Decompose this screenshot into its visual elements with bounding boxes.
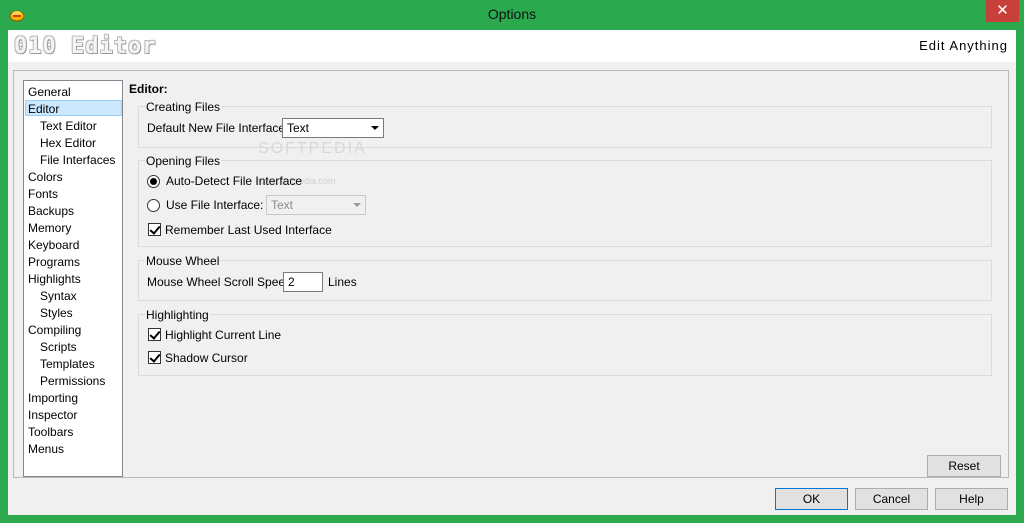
banner: 010 Editor Edit Anything (8, 30, 1016, 62)
tree-item-keyboard[interactable]: Keyboard (28, 237, 79, 253)
ok-button[interactable]: OK (775, 488, 848, 510)
tree-item-styles[interactable]: Styles (40, 305, 73, 321)
auto-detect-label[interactable]: Auto-Detect File Interface (166, 174, 302, 188)
tree-item-syntax[interactable]: Syntax (40, 288, 77, 304)
tree-item-fonts[interactable]: Fonts (28, 186, 58, 202)
scroll-speed-input[interactable]: 2 (283, 272, 323, 292)
scroll-speed-units: Lines (328, 275, 357, 289)
remember-interface-checkbox[interactable] (148, 223, 161, 236)
auto-detect-radio[interactable] (147, 175, 160, 188)
tree-item-importing[interactable]: Importing (28, 390, 78, 406)
use-interface-label[interactable]: Use File Interface: (166, 198, 263, 212)
tree-item-permissions[interactable]: Permissions (40, 373, 105, 389)
tree-item-highlights[interactable]: Highlights (28, 271, 81, 287)
shadow-cursor-label[interactable]: Shadow Cursor (165, 351, 248, 365)
tree-item-backups[interactable]: Backups (28, 203, 74, 219)
highlight-line-label[interactable]: Highlight Current Line (165, 328, 281, 342)
mouse-wheel-label: Mouse Wheel (145, 254, 221, 268)
tree-item-memory[interactable]: Memory (28, 220, 71, 236)
product-logo: 010 Editor (14, 34, 157, 59)
close-icon[interactable]: ✕ (986, 0, 1019, 22)
chevron-down-icon (353, 203, 361, 207)
tree-item-general[interactable]: General (28, 84, 71, 100)
help-button[interactable]: Help (935, 488, 1008, 510)
tree-item-scripts[interactable]: Scripts (40, 339, 77, 355)
use-interface-value: Text (271, 198, 294, 212)
tree-item-colors[interactable]: Colors (28, 169, 63, 185)
scroll-speed-label: Mouse Wheel Scroll Speed: (147, 275, 296, 289)
use-interface-radio[interactable] (147, 199, 160, 212)
tree-item-menus[interactable]: Menus (28, 441, 64, 457)
use-interface-select[interactable]: Text (266, 195, 366, 215)
tree-item-editor[interactable]: Editor (25, 100, 122, 116)
tree-item-templates[interactable]: Templates (40, 356, 95, 372)
remember-interface-label[interactable]: Remember Last Used Interface (165, 223, 332, 237)
tree-item-text-editor[interactable]: Text Editor (40, 118, 97, 134)
title-bar[interactable]: Options ✕ (0, 0, 1024, 30)
default-interface-label: Default New File Interface: (147, 121, 289, 135)
default-interface-value: Text (287, 121, 310, 135)
tree-item-file-interfaces[interactable]: File Interfaces (40, 152, 115, 168)
chevron-down-icon (371, 126, 379, 130)
creating-files-label: Creating Files (145, 100, 222, 114)
reset-button[interactable]: Reset (927, 455, 1001, 477)
opening-files-label: Opening Files (145, 154, 222, 168)
tree-item-inspector[interactable]: Inspector (28, 407, 77, 423)
cancel-button[interactable]: Cancel (855, 488, 928, 510)
tree-item-programs[interactable]: Programs (28, 254, 80, 270)
banner-tagline: Edit Anything (919, 38, 1008, 53)
highlighting-group (138, 314, 992, 376)
section-title: Editor: (129, 82, 168, 96)
dialog-client: 010 Editor Edit Anything General Editor … (8, 30, 1016, 515)
options-tree[interactable]: General Editor Text Editor Hex Editor Fi… (23, 80, 123, 477)
window-title: Options (487, 6, 537, 22)
tree-item-compiling[interactable]: Compiling (28, 322, 81, 338)
default-interface-select[interactable]: Text (282, 118, 384, 138)
highlighting-label: Highlighting (145, 308, 210, 322)
tree-item-hex-editor[interactable]: Hex Editor (40, 135, 96, 151)
options-window: Options ✕ 010 Editor Edit Anything Gener… (0, 0, 1024, 523)
tree-item-toolbars[interactable]: Toolbars (28, 424, 73, 440)
shadow-cursor-checkbox[interactable] (148, 351, 161, 364)
highlight-line-checkbox[interactable] (148, 328, 161, 341)
